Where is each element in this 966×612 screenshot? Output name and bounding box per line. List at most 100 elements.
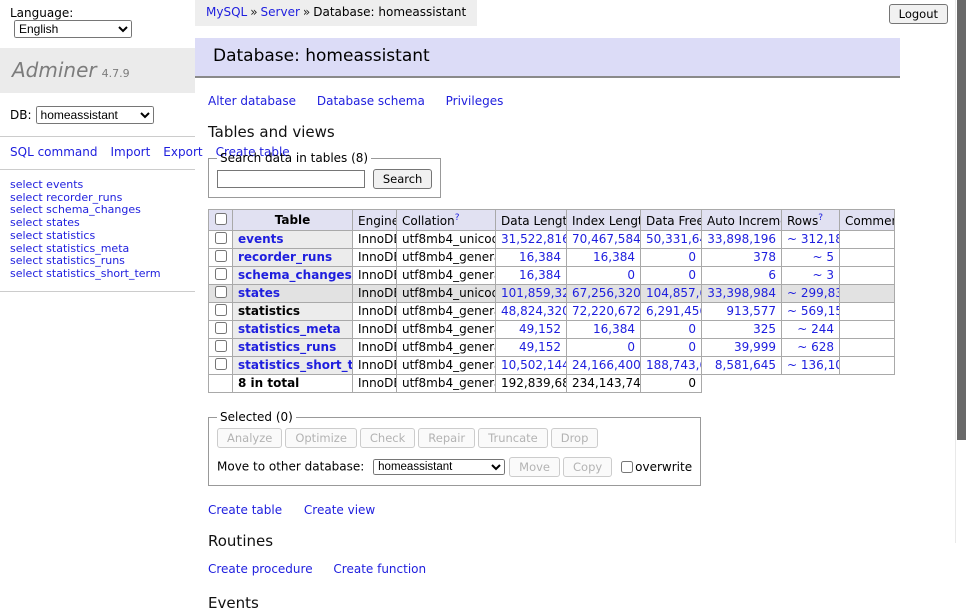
overwrite-checkbox[interactable] xyxy=(621,461,633,473)
auto_increment-link[interactable]: 39,999 xyxy=(734,340,776,354)
row-checkbox[interactable] xyxy=(215,358,227,370)
data_free-link[interactable]: 104,857,600 xyxy=(646,286,702,300)
table-link-events[interactable]: events xyxy=(238,232,284,246)
data_free-link[interactable]: 0 xyxy=(688,322,696,336)
table-link-statistics-runs[interactable]: statistics_runs xyxy=(238,340,336,354)
move-move-button[interactable]: Move xyxy=(509,457,560,477)
index_length-link[interactable]: 0 xyxy=(627,268,635,282)
data_free-link[interactable]: 0 xyxy=(688,340,696,354)
rows-link[interactable]: ~ 3 xyxy=(812,268,834,282)
data_length-link[interactable]: 16,384 xyxy=(519,250,561,264)
row-checkbox[interactable] xyxy=(215,304,227,316)
auto_increment-link[interactable]: 378 xyxy=(753,250,776,264)
move-copy-button[interactable]: Copy xyxy=(563,457,612,477)
rows-link[interactable]: ~ 244 xyxy=(797,322,834,336)
data_free-link[interactable]: 6,291,456 xyxy=(646,304,702,318)
engine-cell: InnoDB xyxy=(353,321,397,339)
create-procedure-link[interactable]: Create procedure xyxy=(208,562,313,576)
selected-analyze-button[interactable]: Analyze xyxy=(217,428,282,448)
auto_increment-link[interactable]: 33,898,196 xyxy=(707,232,776,246)
data_free-link[interactable]: 50,331,648 xyxy=(646,232,702,246)
table-link-states[interactable]: states xyxy=(238,286,280,300)
table-link-statistics-meta[interactable]: statistics_meta xyxy=(238,322,341,336)
row-checkbox[interactable] xyxy=(215,232,227,244)
auto_increment-cell: 6 xyxy=(702,267,782,285)
table-link-statistics-short-term[interactable]: statistics_short_term xyxy=(238,358,353,372)
select-all-checkbox[interactable] xyxy=(215,213,227,225)
rows-link[interactable]: ~ 299,833 xyxy=(787,286,840,300)
move-row: Move to other database: homeassistantMov… xyxy=(217,457,692,477)
create-view-link[interactable]: Create view xyxy=(304,503,375,517)
breadcrumb-link-mysql[interactable]: MySQL xyxy=(206,5,247,19)
data_length-link[interactable]: 48,824,320 xyxy=(501,304,567,318)
create-function-link[interactable]: Create function xyxy=(333,562,426,576)
privileges-link[interactable]: Privileges xyxy=(446,94,504,108)
sidebar-action-import[interactable]: Import xyxy=(110,145,150,159)
index_length-link[interactable]: 24,166,400 xyxy=(572,358,641,372)
rows-link[interactable]: ~ 312,180 xyxy=(787,232,840,246)
move-database-select[interactable]: homeassistant xyxy=(373,459,505,475)
sidebar-item-select-statistics[interactable]: select statistics xyxy=(10,230,195,243)
data_free-link[interactable]: 0 xyxy=(688,268,696,282)
data_length-link[interactable]: 10,502,144 xyxy=(501,358,567,372)
search-button[interactable]: Search xyxy=(373,169,433,189)
data_free-link[interactable]: 188,743,680 xyxy=(646,358,702,372)
selected-optimize-button[interactable]: Optimize xyxy=(285,428,357,448)
selected-drop-button[interactable]: Drop xyxy=(551,428,599,448)
search-input[interactable] xyxy=(217,170,365,188)
auto_increment-link[interactable]: 8,581,645 xyxy=(715,358,776,372)
data_length-link[interactable]: 101,859,328 xyxy=(501,286,567,300)
auto_increment-link[interactable]: 325 xyxy=(753,322,776,336)
scrollbar-thumb[interactable] xyxy=(957,0,966,440)
index_length-link[interactable]: 70,467,584 xyxy=(572,232,641,246)
table-link-recorder-runs[interactable]: recorder_runs xyxy=(238,250,332,264)
sidebar-action-sql-command[interactable]: SQL command xyxy=(10,145,97,159)
selected-truncate-button[interactable]: Truncate xyxy=(478,428,548,448)
data_length-link[interactable]: 49,152 xyxy=(519,340,561,354)
column-header-data-free: Data Free? xyxy=(641,210,702,231)
selected-repair-button[interactable]: Repair xyxy=(418,428,475,448)
auto_increment-link[interactable]: 6 xyxy=(768,268,776,282)
comment-cell xyxy=(840,303,895,321)
rows-link[interactable]: ~ 136,108 xyxy=(787,358,840,372)
sidebar-item-select-states[interactable]: select states xyxy=(10,217,195,230)
row-checkbox[interactable] xyxy=(215,250,227,262)
sidebar-item-select-events[interactable]: select events xyxy=(10,179,195,192)
index_length-link[interactable]: 16,384 xyxy=(593,250,635,264)
index_length-cell: 67,256,320 xyxy=(567,285,641,303)
data_free-link[interactable]: 0 xyxy=(688,250,696,264)
database-schema-link[interactable]: Database schema xyxy=(317,94,425,108)
row-checkbox[interactable] xyxy=(215,268,227,280)
index_length-link[interactable]: 0 xyxy=(627,340,635,354)
alter-database-link[interactable]: Alter database xyxy=(208,94,296,108)
logout-button[interactable]: Logout xyxy=(889,4,948,24)
rows-link[interactable]: ~ 628 xyxy=(797,340,834,354)
index_length-link[interactable]: 67,256,320 xyxy=(572,286,641,300)
data_length-link[interactable]: 16,384 xyxy=(519,268,561,282)
data_length-link[interactable]: 31,522,816 xyxy=(501,232,567,246)
language-select[interactable]: English xyxy=(14,20,132,38)
index_length-link[interactable]: 72,220,672 xyxy=(572,304,641,318)
row-checkbox[interactable] xyxy=(215,340,227,352)
table-name-cell: statistics_meta xyxy=(233,321,353,339)
column-help-link[interactable]: ? xyxy=(818,213,823,223)
index_length-link[interactable]: 16,384 xyxy=(593,322,635,336)
column-help-link[interactable]: ? xyxy=(455,213,460,223)
breadcrumb-link-server[interactable]: Server xyxy=(261,5,300,19)
selected-check-button[interactable]: Check xyxy=(360,428,415,448)
rows-link[interactable]: ~ 5 xyxy=(812,250,834,264)
db-select[interactable]: homeassistant xyxy=(36,106,154,124)
rows-link[interactable]: ~ 569,159 xyxy=(787,304,840,318)
scrollbar[interactable] xyxy=(955,0,966,543)
breadcrumb-separator: » xyxy=(250,5,257,19)
table-link-schema-changes[interactable]: schema_changes xyxy=(238,268,352,282)
create-table-link[interactable]: Create table xyxy=(208,503,282,517)
auto_increment-link[interactable]: 913,577 xyxy=(726,304,776,318)
db-label: DB: xyxy=(10,108,32,122)
sidebar-item-select-statistics-short-term[interactable]: select statistics_short_term xyxy=(10,268,195,281)
row-checkbox[interactable] xyxy=(215,286,227,298)
data_length-link[interactable]: 49,152 xyxy=(519,322,561,336)
table-row-schema-changes: schema_changesInnoDButf8mb4_general_ci16… xyxy=(209,267,895,285)
row-checkbox[interactable] xyxy=(215,322,227,334)
auto_increment-link[interactable]: 33,398,984 xyxy=(707,286,776,300)
